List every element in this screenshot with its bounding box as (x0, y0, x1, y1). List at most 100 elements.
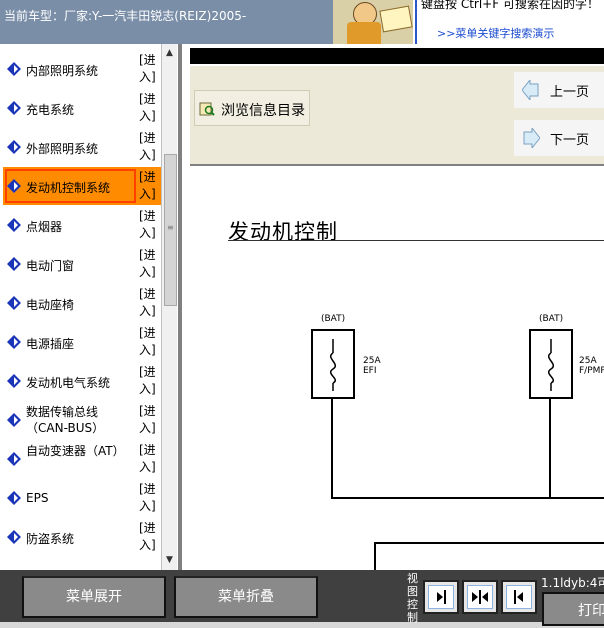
prev-page-button[interactable]: 上一页 (514, 72, 604, 108)
fuse-symbol-icon (548, 339, 554, 391)
sidebar-item-label: 电动门窗 (26, 259, 75, 273)
fuse2-name: F/PMP (579, 366, 604, 376)
wire-horizontal-bus (331, 497, 604, 499)
banner-text-box: 键盘按 Ctrl+F 可搜索在因的字！ >>菜单关键字搜索演示 (415, 0, 604, 44)
fuse1-source-label: (BAT) (321, 314, 346, 324)
sidebar-item[interactable]: 发动机电气系统 [进入] (3, 362, 161, 400)
scroll-down-arrow-icon[interactable]: ▼ (162, 553, 177, 568)
wire-vertical-1 (331, 399, 333, 499)
sidebar-item[interactable]: 自动变速器（AT） [进入] (3, 440, 161, 478)
arrow-right-bar-icon (437, 590, 446, 604)
enter-link[interactable]: [进入] (139, 520, 159, 554)
sidebar-item[interactable]: 充电系统 [进入] (3, 89, 161, 127)
bottom-toolbar: 菜单展开 菜单折叠 视图控制 1.1ldyb:4可 打印 (0, 570, 604, 626)
view-control-label: 视图控制 (407, 572, 418, 624)
sidebar-item-label: 防盗系统 (26, 532, 75, 546)
enter-link[interactable]: [进入] (139, 325, 159, 359)
sidebar-item[interactable]: EPS [进入] (3, 479, 161, 517)
sidebar-item-label: 内部照明系统 (26, 64, 99, 78)
diamond-bullet-icon (7, 62, 21, 76)
catalog-icon (199, 102, 215, 116)
page-toolbar: 浏览信息目录 上一页 下一页 (190, 66, 604, 166)
search-demo-link[interactable]: >>菜单关键字搜索演示 (437, 25, 554, 41)
enter-link[interactable]: [进入] (139, 130, 159, 164)
sidebar-item[interactable]: 电动座椅 [进入] (3, 284, 161, 322)
diamond-bullet-icon (7, 374, 21, 388)
browse-catalog-button[interactable]: 浏览信息目录 (194, 90, 310, 126)
sidebar-item[interactable]: 防盗系统 [进入] (3, 518, 161, 556)
scroll-up-arrow-icon[interactable]: ▲ (162, 46, 177, 61)
wiring-diagram: 发动机控制 (BAT) 25A EFI (BAT) 25A F/PMP (190, 166, 604, 570)
sidebar-scrollbar[interactable]: ▲ ≡ ▼ (161, 44, 177, 570)
enter-link[interactable]: [进入] (139, 169, 159, 203)
view-right-button[interactable] (423, 580, 459, 614)
next-page-label: 下一页 (550, 133, 590, 148)
arrow-right-icon (523, 128, 540, 148)
sidebar-item[interactable]: 电动门窗 [进入] (3, 245, 161, 283)
sidebar-item[interactable]: 数据传输总线（CAN-BUS） [进入] (3, 401, 161, 439)
content-pane: 浏览信息目录 上一页 下一页 发动机控制 (BAT) 25A EFI (BAT)… (180, 44, 604, 570)
title-bar: 当前车型：厂家:Y-一汽丰田锐志(REIZ)2005- 键盘按 Ctrl+F 可… (0, 0, 604, 44)
arrow-both-icon (472, 590, 488, 604)
fuse2-rating: 25A (579, 356, 597, 366)
menu-expand-button[interactable]: 菜单展开 (22, 576, 166, 618)
enter-link[interactable]: [进入] (139, 481, 159, 515)
print-button[interactable]: 打印 (542, 592, 604, 626)
diamond-bullet-icon (7, 452, 21, 466)
view-left-button[interactable] (501, 580, 537, 614)
next-page-button[interactable]: 下一页 (514, 120, 604, 156)
status-text: 1.1ldyb:4可 (541, 576, 604, 590)
view-split-button[interactable] (462, 580, 498, 614)
mascot-image (333, 0, 413, 44)
search-hint-text: 键盘按 Ctrl+F 可搜索在因的字！ (421, 0, 599, 11)
wire-horizontal-lower (374, 542, 604, 544)
sidebar-item[interactable]: 发动机控制系统 [进入] (3, 167, 161, 205)
sidebar-item-label: 电源插座 (26, 337, 75, 351)
enter-link[interactable]: [进入] (139, 286, 159, 320)
fuse2-source-label: (BAT) (539, 314, 564, 324)
arrow-left-icon (522, 80, 539, 100)
wire-vertical-lower (374, 542, 376, 570)
enter-link[interactable]: [进入] (139, 208, 159, 242)
diamond-bullet-icon (7, 335, 21, 349)
fuse1-rating: 25A (363, 356, 381, 366)
diamond-bullet-icon (7, 296, 21, 310)
diamond-bullet-icon (7, 179, 21, 193)
sidebar-item[interactable]: 内部照明系统 [进入] (3, 50, 161, 88)
diagram-title: 发动机控制 (228, 220, 338, 244)
diamond-bullet-icon (7, 140, 21, 154)
diamond-bullet-icon (7, 530, 21, 544)
sidebar-item-label: 发动机电气系统 (26, 376, 111, 390)
sidebar-item-label: 自动变速器（AT） (26, 444, 125, 458)
content-header-strip (190, 48, 604, 64)
fuse1-name: EFI (363, 366, 377, 376)
sidebar-item-label: EPS (26, 491, 49, 505)
sidebar-item-label: 点烟器 (26, 220, 63, 234)
enter-link[interactable]: [进入] (139, 91, 159, 125)
enter-link[interactable]: [进入] (139, 403, 159, 437)
fuse-fpmp (529, 329, 573, 399)
enter-link[interactable]: [进入] (139, 247, 159, 281)
sidebar-item[interactable]: 点烟器 [进入] (3, 206, 161, 244)
fuse-symbol-icon (330, 339, 336, 391)
enter-link[interactable]: [进入] (139, 442, 159, 476)
enter-link[interactable]: [进入] (139, 364, 159, 398)
sidebar-item-label: 充电系统 (26, 103, 75, 117)
vehicle-model-label: 当前车型：厂家:Y-一汽丰田锐志(REIZ)2005- (4, 9, 247, 23)
fuse-efi (311, 329, 355, 399)
sidebar-item-label: 外部照明系统 (26, 142, 99, 156)
help-banner: 键盘按 Ctrl+F 可搜索在因的字！ >>菜单关键字搜索演示 (333, 0, 604, 44)
grip-icon: ≡ (167, 223, 174, 232)
sidebar-item-label: 电动座椅 (26, 298, 75, 312)
scroll-thumb[interactable]: ≡ (164, 154, 177, 306)
sidebar-item[interactable]: 外部照明系统 [进入] (3, 128, 161, 166)
enter-link[interactable]: [进入] (139, 52, 159, 86)
arrow-left-bar-icon (514, 590, 523, 604)
sidebar-item-label: 发动机控制系统 (26, 181, 111, 195)
menu-collapse-button[interactable]: 菜单折叠 (174, 576, 318, 618)
prev-page-label: 上一页 (550, 85, 590, 100)
diamond-bullet-icon (7, 101, 21, 115)
sidebar-menu: 内部照明系统 [进入] 充电系统 [进入] 外部照明系统 [进入] 发动机控制系统 [进入] 点… (0, 44, 180, 570)
sidebar-item[interactable]: 电源插座 [进入] (3, 323, 161, 361)
diamond-bullet-icon (7, 413, 21, 427)
